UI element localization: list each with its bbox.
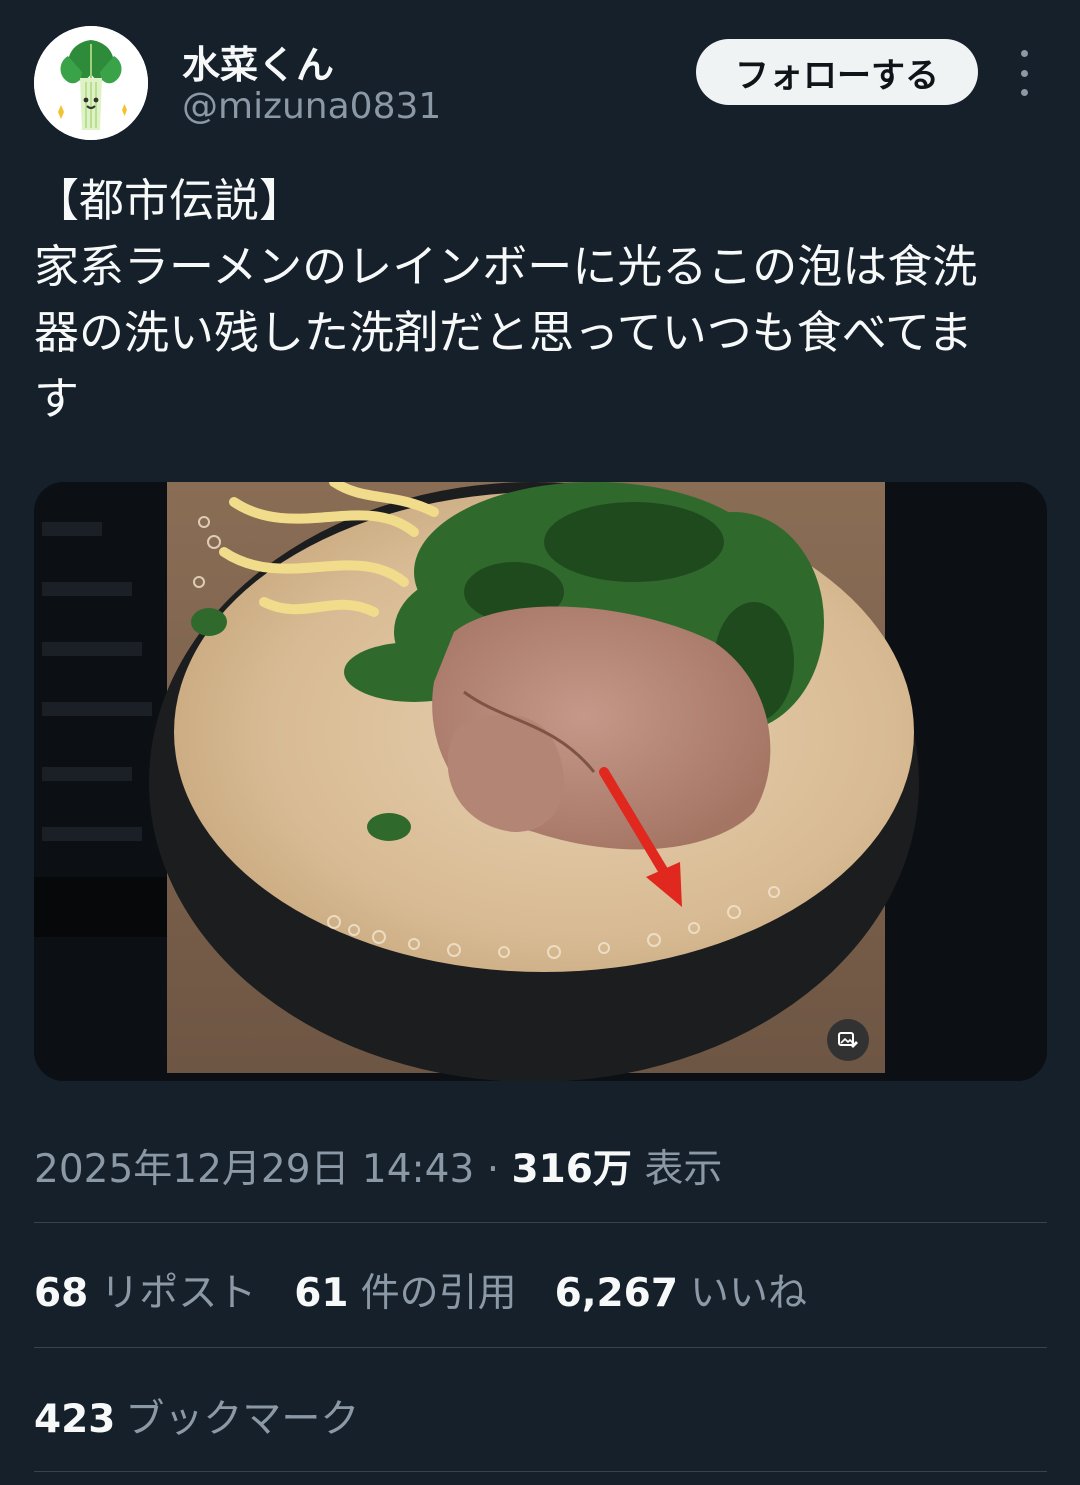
reposts-count: 68: [34, 1271, 89, 1316]
image-alt-icon[interactable]: [827, 1019, 869, 1061]
follow-button[interactable]: フォローする: [696, 39, 978, 105]
divider: [34, 1222, 1047, 1223]
more-dot: [1020, 50, 1028, 57]
tweet-line: す: [34, 372, 80, 425]
tweet-meta: 2025年12月29日 14:43 · 316万 表示: [34, 1138, 722, 1194]
avatar[interactable]: [34, 26, 148, 140]
tweet-text: 【都市伝説】 家系ラーメンのレインボーに光るこの泡は食洗 器の洗い残した洗剤だと…: [34, 168, 1050, 432]
likes-label: いいね: [689, 1271, 807, 1316]
quotes-count: 61: [294, 1271, 349, 1316]
more-dot: [1020, 69, 1028, 77]
quotes-label: 件の引用: [360, 1271, 517, 1316]
tweet-line: 器の洗い残した洗剤だと思っていつも食べてま: [34, 306, 973, 359]
author-name[interactable]: 水菜くん: [182, 34, 334, 89]
bookmarks-label: ブックマーク: [125, 1397, 360, 1442]
tweet-line: 家系ラーメンのレインボーに光るこの泡は食洗: [34, 240, 978, 293]
views-count: 316万: [511, 1147, 632, 1192]
engagement-stats: 68 リポスト 61 件の引用 6,267 いいね: [34, 1262, 807, 1318]
author-handle[interactable]: @mizuna0831: [182, 86, 441, 127]
more-dot: [1020, 89, 1028, 96]
ramen-photo: [34, 482, 1047, 1081]
tweet-media-image[interactable]: [34, 482, 1047, 1081]
views-label: 表示: [644, 1147, 723, 1192]
reposts-stat[interactable]: 68 リポスト: [34, 1262, 256, 1318]
likes-stat[interactable]: 6,267 いいね: [555, 1262, 807, 1318]
divider: [34, 1471, 1047, 1472]
divider: [34, 1347, 1047, 1348]
reposts-label: リポスト: [100, 1271, 257, 1316]
quotes-stat[interactable]: 61 件の引用: [294, 1262, 516, 1318]
meta-separator: ·: [474, 1147, 512, 1192]
more-vertical-icon[interactable]: [1006, 50, 1042, 96]
tweet-detail: 水菜くん @mizuna0831 フォローする 【都市伝説】 家系ラーメンのレイ…: [0, 0, 1080, 1485]
bookmarks-stat[interactable]: 423 ブックマーク: [34, 1388, 359, 1444]
image-edit-icon: [838, 1032, 858, 1048]
timestamp[interactable]: 2025年12月29日 14:43: [34, 1147, 474, 1192]
tweet-line: 【都市伝説】: [34, 174, 305, 227]
bookmarks-count: 423: [34, 1397, 116, 1442]
mizuna-vegetable-character-icon: [34, 26, 148, 140]
likes-count: 6,267: [554, 1271, 678, 1316]
